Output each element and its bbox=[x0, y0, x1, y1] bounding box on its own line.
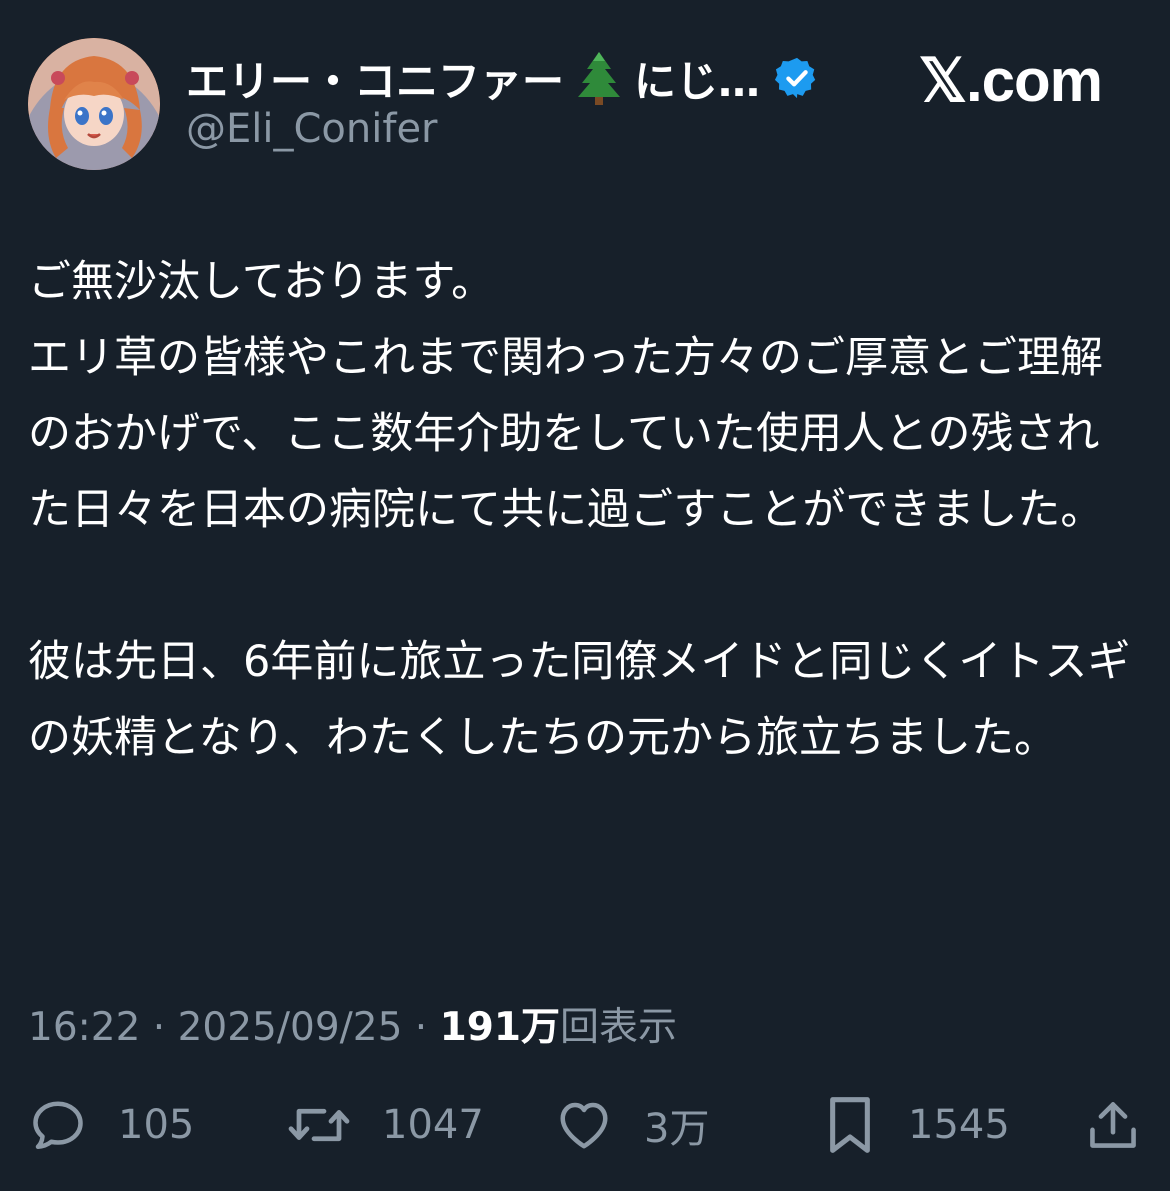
reply-button[interactable]: 105 bbox=[28, 1090, 194, 1160]
reply-icon bbox=[28, 1095, 88, 1155]
post-date[interactable]: 2025/09/25 bbox=[178, 1005, 403, 1050]
reply-count: 105 bbox=[118, 1102, 195, 1148]
tree-icon bbox=[570, 49, 628, 107]
meta-separator: · bbox=[402, 1005, 440, 1050]
like-icon bbox=[554, 1095, 614, 1155]
brand-logo: 𝕏.com bbox=[918, 47, 1103, 114]
meta-separator: · bbox=[140, 1005, 178, 1050]
avatar[interactable] bbox=[28, 38, 160, 170]
like-count: 3万 bbox=[644, 1106, 710, 1152]
display-name-suffix: にじ… bbox=[634, 56, 761, 106]
display-name-text: エリー・コニファー bbox=[186, 56, 565, 106]
post-paragraph-2: 彼は先日、6年前に旅立った同僚メイドと同じくイトスギの妖精となり、わたくしたちの… bbox=[28, 637, 1131, 763]
post-time[interactable]: 16:22 bbox=[28, 1005, 140, 1050]
bookmark-icon bbox=[822, 1093, 878, 1157]
views-label: 回表示 bbox=[560, 1005, 678, 1050]
bookmark-button[interactable]: 1545 bbox=[822, 1090, 1010, 1160]
post-card: エリー・コニファー にじ… @Eli_Conifer 𝕏.com ご無沙汰してお… bbox=[0, 0, 1170, 1191]
repost-icon bbox=[286, 1095, 352, 1155]
like-button[interactable]: 3万 bbox=[554, 1090, 709, 1160]
action-bar: 105 1047 3万 1545 bbox=[0, 1090, 1170, 1160]
user-handle[interactable]: @Eli_Conifer bbox=[186, 106, 438, 152]
bookmark-count: 1545 bbox=[908, 1102, 1010, 1148]
verified-badge-icon bbox=[774, 55, 820, 101]
repost-count: 1047 bbox=[382, 1102, 484, 1148]
repost-button[interactable]: 1047 bbox=[286, 1090, 484, 1160]
views-count: 191万 bbox=[439, 1005, 561, 1050]
post-meta: 16:22 · 2025/09/25 · 191万回表示 bbox=[28, 996, 677, 1052]
share-button[interactable] bbox=[1084, 1090, 1142, 1160]
post-text: ご無沙汰しております。 エリ草の皆様やこれまで関わった方々のご厚意とご理解のおか… bbox=[28, 244, 1138, 776]
share-icon bbox=[1084, 1095, 1142, 1155]
display-name[interactable]: エリー・コニファー にじ… bbox=[186, 50, 820, 106]
post-paragraph-1: ご無沙汰しております。 エリ草の皆様やこれまで関わった方々のご厚意とご理解のおか… bbox=[28, 257, 1104, 535]
